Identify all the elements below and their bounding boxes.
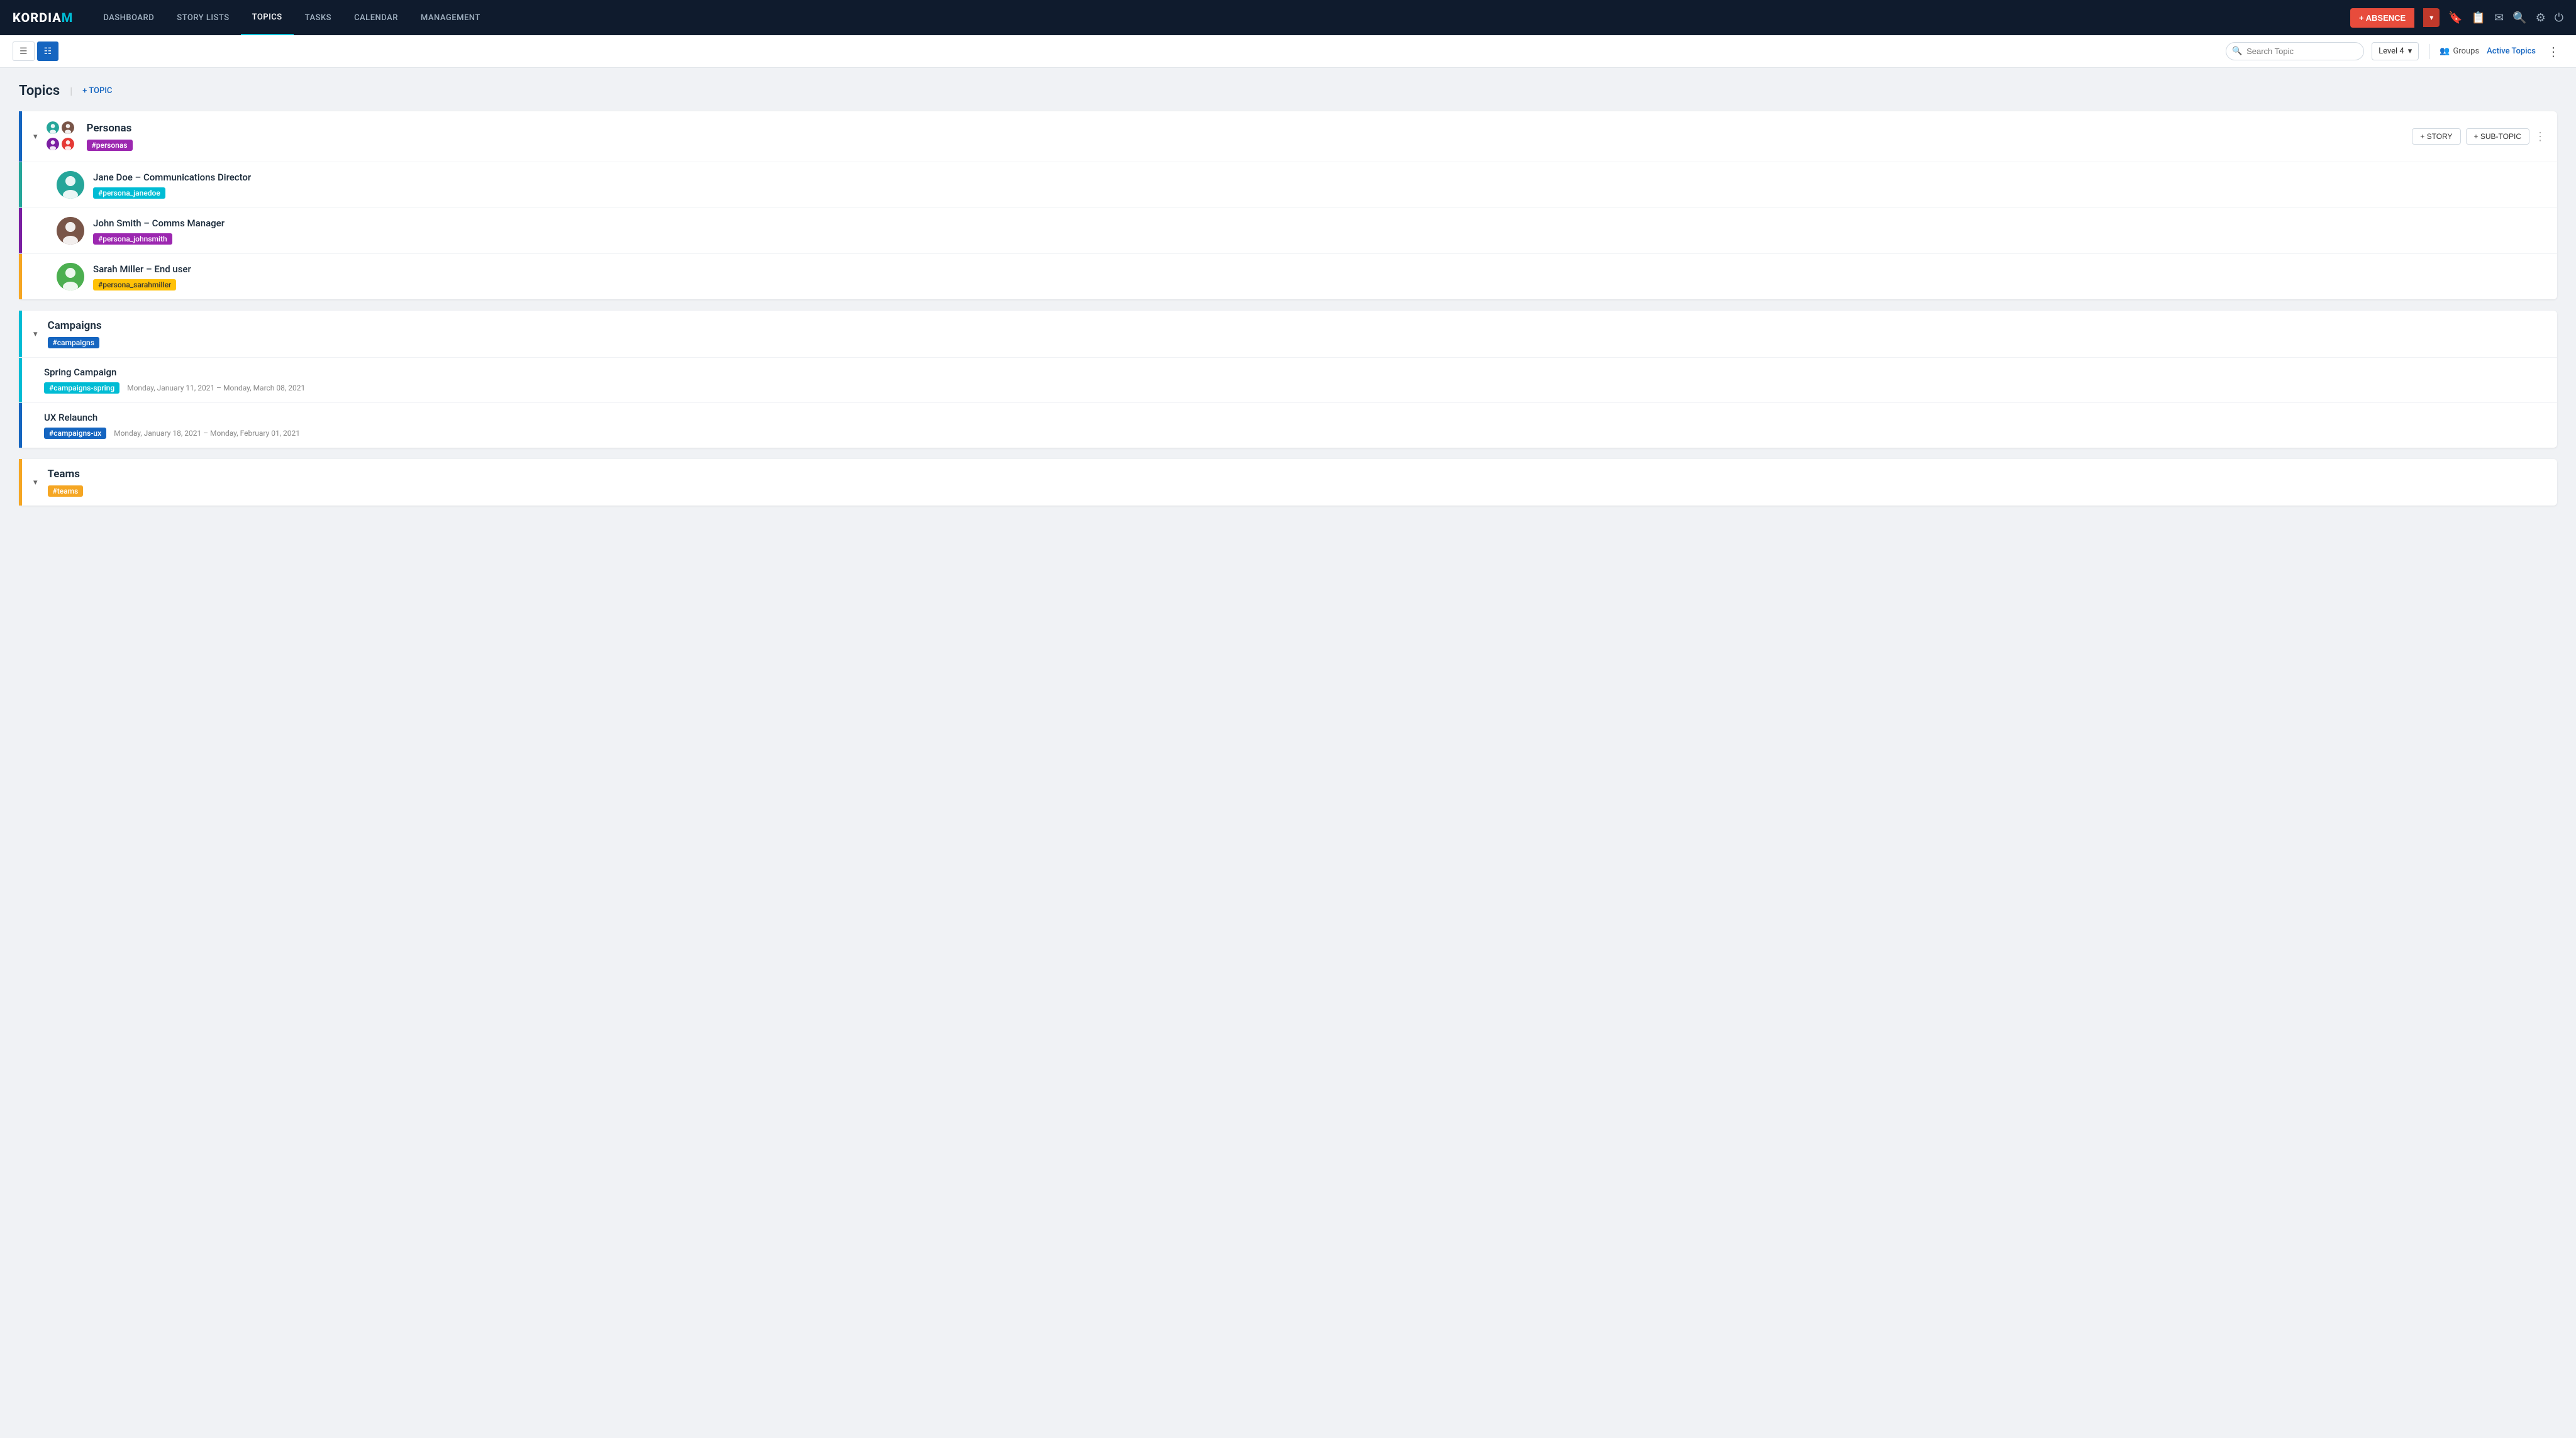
absence-button[interactable]: + ABSENCE — [2350, 8, 2414, 28]
teams-chevron-icon: ▾ — [33, 478, 38, 487]
nav-management[interactable]: MANAGEMENT — [409, 0, 492, 35]
settings-icon[interactable]: ⚙ — [2536, 11, 2546, 25]
janedoe-tag: #persona_janedoe — [93, 187, 165, 199]
nav-topics[interactable]: TOPICS — [241, 0, 294, 35]
janedoe-accent — [19, 162, 22, 207]
teams-name: Teams — [48, 468, 2546, 480]
spring-date: Monday, January 11, 2021 – Monday, March… — [127, 384, 305, 392]
persona-avatar-1 — [45, 120, 60, 135]
spring-tag: #campaigns-spring — [44, 382, 119, 394]
subtopic-spring-campaign[interactable]: Spring Campaign #campaigns-spring Monday… — [19, 357, 2557, 402]
personas-add-subtopic-button[interactable]: + SUB-TOPIC — [2466, 128, 2529, 145]
page-title: Topics — [19, 83, 60, 99]
campaigns-info: Campaigns #campaigns — [48, 319, 2546, 348]
logo-text: KORDIAM — [13, 10, 73, 25]
page-header: Topics | + TOPIC — [19, 83, 2557, 99]
topic-group-teams: ▾ Teams #teams — [19, 459, 2557, 506]
ux-name: UX Relaunch — [44, 412, 2545, 423]
mail-icon[interactable]: ✉ — [2494, 11, 2504, 25]
search-input[interactable] — [2226, 42, 2364, 60]
spring-name: Spring Campaign — [44, 367, 2545, 378]
search-icon[interactable]: 🔍 — [2512, 11, 2526, 25]
level-select[interactable]: Level 4 ▾ — [2372, 42, 2419, 60]
ux-tag: #campaigns-ux — [44, 428, 106, 439]
clipboard-icon[interactable]: 📋 — [2472, 11, 2485, 25]
personas-actions: + STORY + SUB-TOPIC ⋮ — [2412, 128, 2546, 145]
add-topic-button[interactable]: + TOPIC — [82, 86, 112, 96]
active-topics-link[interactable]: Active Topics — [2487, 47, 2536, 56]
nav-storylists[interactable]: STORY LISTS — [165, 0, 240, 35]
campaigns-chevron-icon: ▾ — [33, 329, 38, 339]
personas-name: Personas — [87, 122, 2412, 135]
nav-dashboard[interactable]: DASHBOARD — [92, 0, 165, 35]
personas-subtopics: Jane Doe – Communications Director #pers… — [19, 162, 2557, 299]
janedoe-info: Jane Doe – Communications Director #pers… — [93, 172, 2545, 199]
nav-tasks[interactable]: TASKS — [294, 0, 343, 35]
sarahmiller-info: Sarah Miller – End user #persona_sarahmi… — [93, 263, 2545, 290]
persona-avatar-4 — [60, 136, 75, 152]
absence-dropdown-button[interactable]: ▾ — [2423, 8, 2440, 27]
campaigns-header[interactable]: ▾ Campaigns #campaigns — [19, 311, 2557, 357]
topic-group-personas: ▾ — [19, 111, 2557, 299]
teams-info: Teams #teams — [48, 468, 2546, 497]
view-detail-button[interactable]: ☷ — [37, 41, 59, 61]
view-toggle: ☰ ☷ — [13, 41, 58, 61]
ux-info: UX Relaunch #campaigns-ux Monday, Januar… — [44, 412, 2545, 439]
spring-accent — [19, 358, 22, 402]
groups-link[interactable]: 👥 Groups — [2440, 47, 2479, 56]
toolbar-more-button[interactable]: ⋮ — [2543, 41, 2563, 62]
subtopic-johnsmith[interactable]: John Smith – Comms Manager #persona_john… — [19, 207, 2557, 253]
topic-group-campaigns: ▾ Campaigns #campaigns Spring Campaign #… — [19, 311, 2557, 448]
sarahmiller-tag: #persona_sarahmiller — [93, 279, 176, 290]
johnsmith-accent — [19, 208, 22, 253]
persona-avatar-2 — [60, 120, 75, 135]
subtopic-ux-relaunch[interactable]: UX Relaunch #campaigns-ux Monday, Januar… — [19, 402, 2557, 448]
ux-accent — [19, 403, 22, 448]
campaigns-name: Campaigns — [48, 319, 2546, 332]
personas-tag: #personas — [87, 140, 133, 151]
topic-group-personas-header[interactable]: ▾ — [19, 111, 2557, 162]
navbar: KORDIAM DASHBOARD STORY LISTS TOPICS TAS… — [0, 0, 2576, 35]
johnsmith-name: John Smith – Comms Manager — [93, 218, 2545, 229]
bookmark-icon[interactable]: 🔖 — [2448, 11, 2462, 25]
main-content: Topics | + TOPIC ▾ — [0, 68, 2576, 532]
logo[interactable]: KORDIAM — [13, 10, 73, 25]
persona-avatar-3 — [45, 136, 60, 152]
teams-tag: #teams — [48, 485, 84, 497]
personas-avatars — [45, 120, 78, 153]
johnsmith-info: John Smith – Comms Manager #persona_john… — [93, 218, 2545, 245]
search-box: 🔍 — [2226, 42, 2364, 60]
toolbar: ☰ ☷ 🔍 Level 4 ▾ 👥 Groups Active Topics ⋮ — [0, 35, 2576, 68]
nav-calendar[interactable]: CALENDAR — [343, 0, 409, 35]
sarahmiller-accent — [19, 254, 22, 299]
campaigns-tag: #campaigns — [48, 337, 99, 348]
janedoe-name: Jane Doe – Communications Director — [93, 172, 2545, 183]
subtopic-sarahmiller[interactable]: Sarah Miller – End user #persona_sarahmi… — [19, 253, 2557, 299]
personas-add-story-button[interactable]: + STORY — [2412, 128, 2460, 145]
view-list-button[interactable]: ☰ — [13, 41, 35, 61]
groups-icon: 👥 — [2440, 47, 2450, 56]
nav-right: + ABSENCE ▾ 🔖 📋 ✉ 🔍 ⚙ ⏻ — [2350, 8, 2563, 28]
level-label: Level 4 — [2379, 47, 2404, 56]
janedoe-avatar — [57, 171, 84, 199]
ux-date: Monday, January 18, 2021 – Monday, Febru… — [114, 429, 300, 438]
personas-chevron-icon: ▾ — [33, 132, 38, 141]
personas-info: Personas #personas — [87, 122, 2412, 151]
nav-links: DASHBOARD STORY LISTS TOPICS TASKS CALEN… — [92, 0, 2350, 35]
campaigns-subtopics: Spring Campaign #campaigns-spring Monday… — [19, 357, 2557, 448]
teams-header[interactable]: ▾ Teams #teams — [19, 459, 2557, 506]
personas-more-button[interactable]: ⋮ — [2534, 130, 2546, 143]
spring-info: Spring Campaign #campaigns-spring Monday… — [44, 367, 2545, 394]
sarahmiller-avatar — [57, 263, 84, 290]
subtopic-janedoe[interactable]: Jane Doe – Communications Director #pers… — [19, 162, 2557, 207]
johnsmith-avatar — [57, 217, 84, 245]
level-chevron-icon: ▾ — [2408, 47, 2412, 56]
sarahmiller-name: Sarah Miller – End user — [93, 263, 2545, 275]
johnsmith-tag: #persona_johnsmith — [93, 233, 172, 245]
search-inner-icon: 🔍 — [2232, 47, 2242, 56]
logout-icon[interactable]: ⏻ — [2555, 11, 2563, 25]
